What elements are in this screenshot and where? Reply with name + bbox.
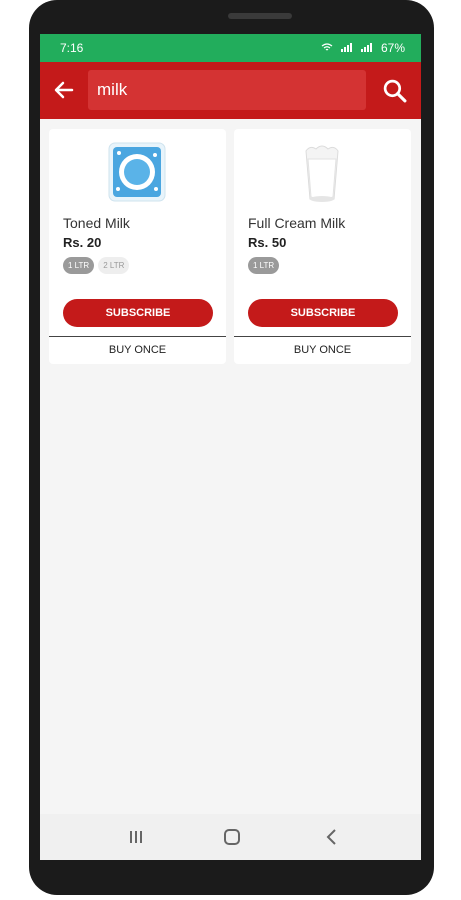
back-arrow-icon[interactable] bbox=[52, 78, 76, 102]
variant-chip-selected[interactable]: 1 LTR bbox=[63, 257, 95, 274]
screen: 7:16 67% milk Toned Milk Rs. 20 1 LTR 2 … bbox=[40, 34, 421, 860]
status-time: 7:16 bbox=[60, 41, 84, 55]
phone-speaker bbox=[228, 13, 292, 19]
product-card[interactable]: Full Cream Milk Rs. 50 1 LTR SUBSCRIBE B… bbox=[234, 129, 411, 364]
variant-chip[interactable]: 2 LTR bbox=[98, 257, 130, 274]
search-icon[interactable] bbox=[382, 78, 407, 103]
variant-list: 1 LTR bbox=[248, 257, 280, 274]
subscribe-button[interactable]: SUBSCRIBE bbox=[248, 299, 398, 327]
search-input[interactable] bbox=[88, 70, 366, 110]
milk-packet-icon bbox=[108, 142, 166, 202]
variant-list: 1 LTR 2 LTR bbox=[63, 257, 130, 274]
status-bar: 7:16 67% bbox=[40, 34, 421, 62]
back-nav-icon[interactable] bbox=[320, 827, 344, 847]
buy-once-button[interactable]: BUY ONCE bbox=[49, 337, 226, 364]
subscribe-button[interactable]: SUBSCRIBE bbox=[63, 299, 213, 327]
product-price: Rs. 20 bbox=[63, 235, 102, 250]
recent-apps-icon[interactable] bbox=[124, 827, 148, 847]
buy-once-button[interactable]: BUY ONCE bbox=[234, 337, 411, 364]
product-name: Full Cream Milk bbox=[248, 215, 346, 231]
home-icon[interactable] bbox=[220, 827, 244, 847]
product-price: Rs. 50 bbox=[248, 235, 287, 250]
product-card[interactable]: Toned Milk Rs. 20 1 LTR 2 LTR SUBSCRIBE … bbox=[49, 129, 226, 364]
app-bar bbox=[40, 62, 421, 119]
battery-level: 67% bbox=[380, 41, 405, 55]
system-nav-bar bbox=[40, 814, 421, 860]
milk-glass-icon bbox=[305, 145, 339, 202]
product-name: Toned Milk bbox=[63, 215, 130, 231]
signal-icon bbox=[321, 41, 379, 56]
variant-chip-selected[interactable]: 1 LTR bbox=[248, 257, 280, 274]
